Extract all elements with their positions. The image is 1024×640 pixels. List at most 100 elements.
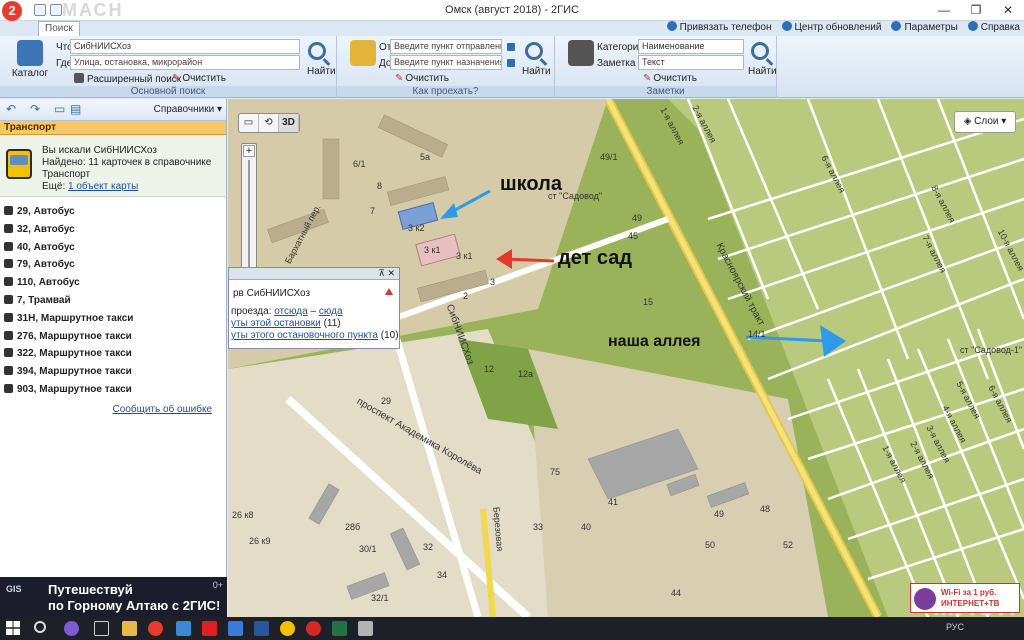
house-number: 26 к9 [249, 536, 271, 546]
list-item[interactable]: 40, Автобус [0, 239, 226, 257]
clear-search-button[interactable]: ✎ Очистить [172, 73, 226, 84]
point-routes-link[interactable]: уты этого остановочного пункта [231, 330, 378, 341]
windows-start-icon[interactable] [6, 621, 20, 635]
house-number: 12а [518, 369, 534, 379]
search-icon[interactable] [308, 42, 326, 60]
zoom-track[interactable] [248, 160, 250, 278]
hand-tool-button[interactable]: ⟲ [259, 114, 279, 132]
yandex-icon[interactable] [202, 621, 217, 636]
notes-clear-button[interactable]: ✎ Очистить [643, 73, 697, 84]
minibus-icon [4, 383, 13, 393]
category-select[interactable]: Наименование [638, 39, 744, 54]
close-button[interactable]: ✕ [992, 0, 1024, 20]
route-list: 29, Автобус 32, Автобус 40, Автобус 79, … [0, 197, 226, 399]
list-item[interactable]: 32, Автобус [0, 221, 226, 239]
route-from-here-link[interactable]: отсюда [274, 306, 308, 317]
annotation-our-alley: наша аллея [608, 333, 701, 350]
house-number: 41 [608, 497, 619, 507]
map-view[interactable]: школа дет сад наша аллея Бархатный пер. … [228, 99, 1024, 617]
print-icon[interactable]: ▭ [54, 103, 66, 115]
list-item[interactable]: 29, Автобус [0, 203, 226, 221]
list-item[interactable]: 110, Автобус [0, 274, 226, 292]
link-updates[interactable]: Центр обновлений [781, 21, 881, 35]
export-icon[interactable]: ▤ [70, 103, 82, 115]
street-label: ст "Садовод" [548, 191, 603, 201]
house-number: 26 к8 [232, 510, 254, 520]
find-button[interactable]: Найти [307, 66, 336, 77]
route-icon-button[interactable] [343, 40, 383, 68]
app-icon[interactable] [176, 621, 191, 636]
section-header: Транспорт [0, 121, 226, 135]
list-item[interactable]: 394, Маршрутное такси [0, 363, 226, 381]
to-pin-icon[interactable] [507, 59, 515, 67]
browser-icon[interactable] [280, 621, 295, 636]
route-find-button[interactable]: Найти [522, 66, 551, 77]
tram-icon [4, 294, 13, 304]
notes-search-icon[interactable] [751, 42, 769, 60]
list-item[interactable]: 903, Маршрутное такси [0, 381, 226, 399]
help-icon [967, 21, 978, 31]
maximize-button[interactable]: ❐ [960, 0, 992, 20]
minibus-icon [4, 366, 13, 376]
route-clear-button[interactable]: ✎ Очистить [395, 73, 449, 84]
results-panel: ↶ ↷ ▭ ▤ Справочники ▾ Транспорт Вы искал… [0, 99, 227, 577]
folder-icon[interactable] [122, 621, 137, 636]
search-group-label: Основной поиск [0, 86, 336, 97]
cortana-icon[interactable] [64, 621, 79, 636]
route-to-here-link[interactable]: сюда [319, 306, 343, 317]
paint-icon[interactable] [358, 621, 373, 636]
notes-icon-button[interactable] [561, 40, 601, 68]
where-input[interactable]: Улица, остановка, микрорайон [70, 55, 300, 70]
opera-icon[interactable] [306, 621, 321, 636]
3d-toggle-button[interactable]: 3D [279, 114, 299, 132]
to-input[interactable]: Введите пункт назначения [390, 55, 502, 70]
popup-controls[interactable]: ⊼ ✕ [378, 268, 395, 279]
word-icon[interactable] [254, 621, 269, 636]
from-input[interactable]: Введите пункт отправления [390, 39, 502, 54]
tab-search[interactable]: Поиск [38, 21, 80, 36]
catalog-button[interactable]: Каталог [10, 40, 50, 79]
task-view-icon[interactable] [94, 621, 109, 636]
stop-routes-link[interactable]: уты этой остановки [231, 318, 321, 329]
search-icon[interactable] [34, 621, 46, 633]
link-phone[interactable]: Привязать телефон [666, 21, 772, 35]
advanced-search-button[interactable]: Расширенный поиск [74, 73, 181, 85]
reference-dropdown[interactable]: Справочники ▾ [154, 104, 222, 115]
notes-group: Категория Наименование Заметка Текст Най… [555, 36, 777, 98]
popup-title: рв СибНИИСХоз [233, 288, 311, 299]
route-search-icon[interactable] [525, 42, 543, 60]
2gis-icon[interactable] [148, 621, 163, 636]
map-object-link[interactable]: 1 объект карты [68, 181, 138, 192]
bus-icon [4, 277, 13, 287]
excel-icon[interactable] [332, 621, 347, 636]
window-controls: — ❐ ✕ [928, 0, 1024, 20]
list-item[interactable]: 79, Автобус [0, 256, 226, 274]
ruler-tool-button[interactable]: ▭ [239, 114, 259, 132]
list-item[interactable]: 322, Маршрутное такси [0, 345, 226, 363]
note-input[interactable]: Текст [638, 55, 744, 70]
house-number: 49 [714, 509, 725, 519]
forward-icon[interactable]: ↷ [30, 103, 42, 115]
what-input[interactable]: СибНИИСХоз [70, 39, 300, 54]
house-number: 15 [643, 297, 654, 307]
link-settings[interactable]: Параметры [891, 21, 958, 35]
from-pin-icon[interactable] [507, 43, 515, 51]
minibus-icon [4, 330, 13, 340]
annotation-kindergarten: дет сад [558, 247, 633, 269]
back-icon[interactable]: ↶ [6, 103, 18, 115]
report-error-link[interactable]: Сообщить об ошибке [113, 404, 212, 415]
layers-button[interactable]: ◈ Слои ▾ [954, 111, 1016, 133]
ad-banner[interactable]: GIS Путешествуй по Горному Алтаю с 2ГИС!… [0, 577, 227, 617]
list-item[interactable]: 31Н, Маршрутное такси [0, 310, 226, 328]
corner-ad[interactable]: Wi-Fi за 1 руб. ИНТЕРНЕТ+ТВ [910, 583, 1020, 613]
system-tray[interactable]: РУС [946, 622, 964, 632]
eraser-icon: ✎ [172, 73, 181, 84]
list-item[interactable]: 7, Трамвай [0, 292, 226, 310]
zoom-in-button[interactable]: + [243, 145, 255, 157]
corner-ad-line1: Wi-Fi за 1 руб. [941, 588, 997, 597]
notes-find-button[interactable]: Найти [748, 66, 777, 77]
link-help[interactable]: Справка [967, 21, 1020, 35]
list-item[interactable]: 276, Маршрутное такси [0, 328, 226, 346]
minimize-button[interactable]: — [928, 0, 960, 20]
app-icon[interactable] [228, 621, 243, 636]
